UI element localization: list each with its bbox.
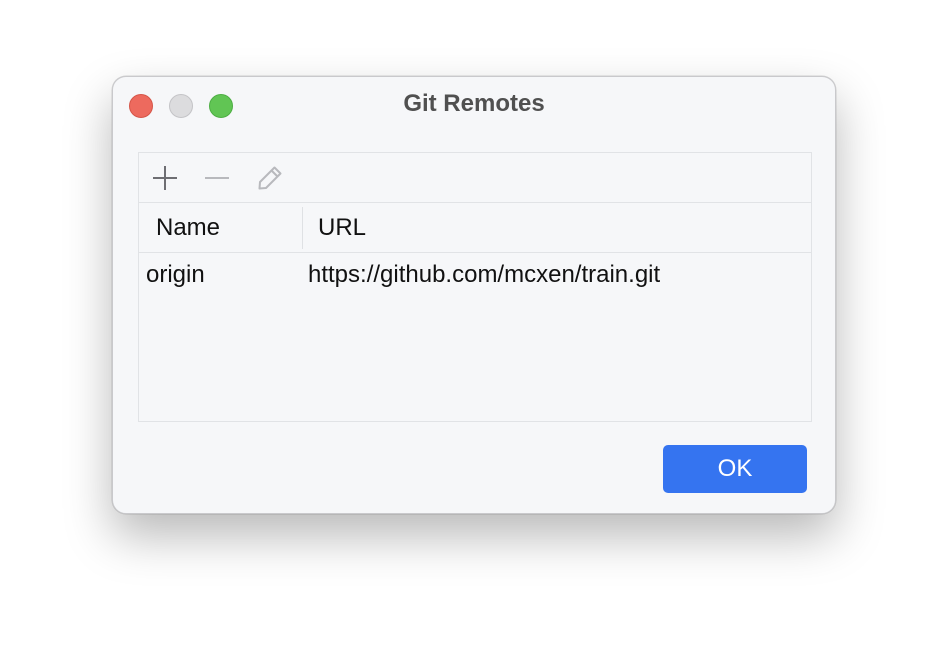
ok-button[interactable]: OK bbox=[663, 445, 807, 493]
minus-icon bbox=[205, 177, 229, 179]
table-row[interactable]: origin https://github.com/mcxen/train.gi… bbox=[139, 253, 811, 297]
column-header-name[interactable]: Name bbox=[156, 203, 220, 252]
remote-name-cell: origin bbox=[146, 261, 205, 288]
plus-icon bbox=[153, 166, 177, 190]
column-divider[interactable] bbox=[302, 207, 303, 249]
remove-remote-button[interactable] bbox=[202, 163, 232, 193]
remotes-panel: Name URL origin https://github.com/mcxen… bbox=[138, 152, 812, 422]
remotes-toolbar bbox=[139, 153, 811, 203]
pencil-icon bbox=[258, 166, 282, 190]
add-remote-button[interactable] bbox=[150, 163, 180, 193]
edit-remote-button[interactable] bbox=[255, 163, 285, 193]
table-header: Name URL bbox=[139, 203, 811, 253]
git-remotes-dialog: Git Remotes Name URL origin https://gith… bbox=[112, 76, 836, 514]
dialog-title: Git Remotes bbox=[403, 90, 545, 117]
remote-url-cell: https://github.com/mcxen/train.git bbox=[308, 261, 661, 288]
column-header-url[interactable]: URL bbox=[318, 203, 366, 252]
